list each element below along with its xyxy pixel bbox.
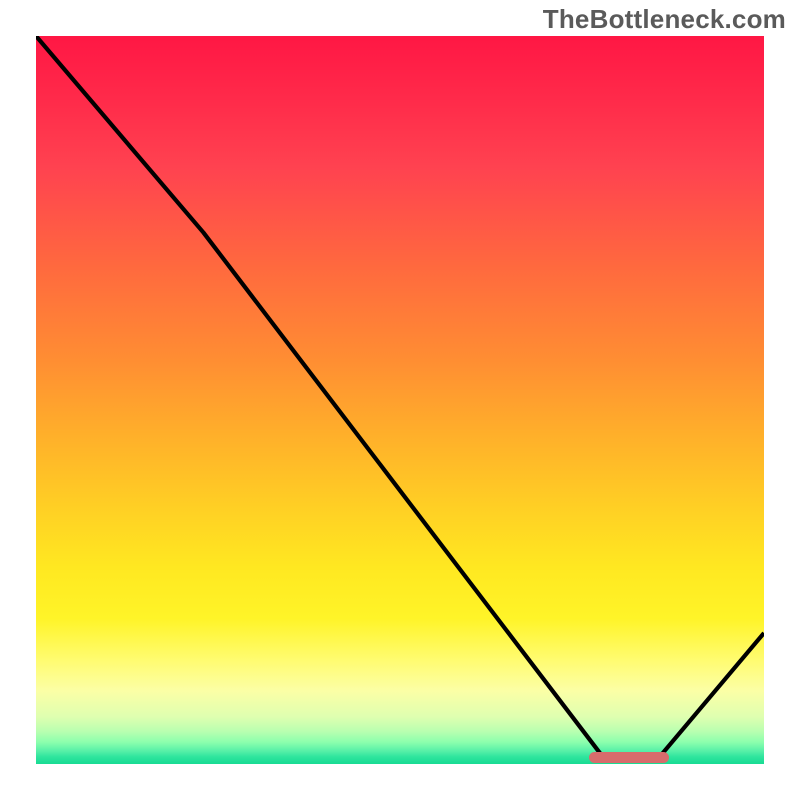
chart-container: TheBottleneck.com [0,0,800,800]
bottleneck-curve-path [36,36,764,758]
line-series [36,36,764,764]
watermark-text: TheBottleneck.com [543,4,786,35]
plot-area [36,36,764,764]
optimal-range-marker [589,752,669,763]
